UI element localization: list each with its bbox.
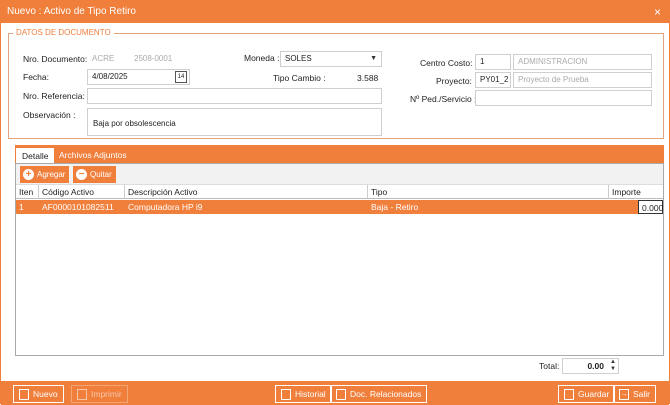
dialog-window: Nuevo : Activo de Tipo Retiro × DATOS DE… — [0, 0, 670, 405]
detail-grid-panel: + Agregar − Quitar Iten Código Activo De… — [15, 163, 664, 356]
pedido-servicio-input[interactable] — [475, 90, 652, 106]
plus-icon: + — [23, 169, 34, 180]
observacion-textarea[interactable]: Baja por obsolescencia — [87, 108, 382, 136]
tab-detalle[interactable]: Detalle — [15, 147, 56, 163]
column-header-codigo[interactable]: Código Activo — [39, 185, 125, 199]
close-icon[interactable]: × — [654, 1, 661, 23]
guardar-button[interactable]: Guardar — [558, 385, 616, 403]
window-title: Nuevo : Activo de Tipo Retiro — [7, 6, 136, 17]
fecha-label: Fecha: — [23, 72, 49, 82]
agregar-label: Agregar — [37, 170, 66, 179]
nro-referencia-label: Nro. Referencia: — [23, 91, 85, 101]
document-icon — [19, 388, 29, 400]
imprimir-label: Imprimir — [91, 389, 122, 399]
historial-label: Historial — [295, 389, 326, 399]
salir-button[interactable]: → Salir — [613, 385, 657, 403]
tipo-cambio-label: Tipo Cambio : — [273, 73, 326, 83]
minus-icon: − — [76, 169, 87, 180]
doc-relacionados-label: Doc. Relacionados — [350, 389, 422, 399]
document-prefix-field: ACRE — [87, 51, 127, 67]
table-row[interactable]: 1 AF0000101082511 Computadora HP i9 Baja… — [16, 200, 663, 214]
guardar-label: Guardar — [578, 389, 610, 399]
save-icon — [564, 388, 574, 400]
cell-tipo: Baja - Retiro — [371, 202, 419, 212]
grid-header: Iten Código Activo Descripción Activo Ti… — [16, 185, 663, 199]
total-label: Total: — [539, 361, 560, 371]
moneda-select[interactable]: SOLES ▼ — [280, 51, 382, 67]
total-value: 0.00 — [587, 361, 604, 371]
section-legend: DATOS DE DOCUMENTO — [13, 28, 114, 37]
imprimir-button[interactable]: Imprimir — [71, 385, 128, 403]
spinner-icon[interactable]: ▲ ▼ — [610, 359, 616, 373]
centro-costo-name-field: ADMINISTRACION — [513, 54, 652, 70]
document-number-field: 2508-0001 — [129, 51, 189, 67]
fecha-input[interactable]: 4/08/2025 14 — [87, 69, 190, 85]
nro-documento-label: Nro. Documento: — [23, 54, 88, 64]
quitar-button[interactable]: − Quitar — [73, 166, 116, 183]
observacion-label: Observación : — [23, 110, 76, 120]
proyecto-code-input[interactable]: PY01_2 — [475, 72, 511, 88]
centro-costo-code-input[interactable]: 1 — [475, 54, 511, 70]
fecha-value: 4/08/2025 — [92, 72, 128, 81]
column-header-importe[interactable]: Importe — [609, 185, 663, 199]
agregar-button[interactable]: + Agregar — [20, 166, 70, 183]
salir-label: Salir — [633, 389, 651, 399]
printer-icon — [77, 388, 87, 400]
proyecto-name-field: Proyecto de Prueba — [513, 72, 652, 88]
column-header-tipo[interactable]: Tipo — [368, 185, 609, 199]
tipo-cambio-value: 3.588 — [357, 73, 379, 83]
bottom-action-bar: Nuevo Imprimir Historial Doc. Relacionad… — [1, 381, 669, 405]
centro-costo-label: Centro Costo: — [420, 58, 473, 68]
cell-item: 1 — [19, 202, 24, 212]
cell-descripcion: Computadora HP i9 — [128, 202, 203, 212]
column-header-item[interactable]: Iten — [16, 185, 39, 199]
column-header-descripcion[interactable]: Descripción Activo — [125, 185, 368, 199]
calendar-icon[interactable]: 14 — [175, 71, 187, 83]
historial-button[interactable]: Historial — [275, 385, 332, 403]
exit-icon: → — [619, 388, 629, 400]
nro-referencia-input[interactable] — [87, 88, 382, 104]
proyecto-label: Proyecto: — [436, 76, 472, 86]
moneda-label: Moneda : — [244, 53, 280, 63]
quitar-label: Quitar — [90, 170, 112, 179]
chevron-down-icon[interactable]: ▼ — [370, 52, 377, 66]
moneda-value: SOLES — [285, 54, 312, 63]
doc-relacionados-button[interactable]: Doc. Relacionados — [330, 385, 428, 403]
title-bar: Nuevo : Activo de Tipo Retiro × — [1, 1, 669, 23]
pedido-servicio-label: Nº Ped./Servicio : — [410, 94, 477, 104]
tab-strip: Detalle Archivos Adjuntos — [15, 145, 664, 163]
nuevo-button[interactable]: Nuevo — [13, 385, 64, 403]
tab-archivos-adjuntos[interactable]: Archivos Adjuntos — [53, 147, 133, 163]
linked-documents-icon — [336, 388, 346, 400]
cell-importe-input[interactable]: 0.000 — [638, 200, 663, 214]
history-icon — [281, 388, 291, 400]
cell-codigo: AF0000101082511 — [42, 202, 114, 212]
nuevo-label: Nuevo — [33, 389, 58, 399]
grid-toolbar: + Agregar − Quitar — [16, 164, 663, 185]
total-field: 0.00 ▲ ▼ — [562, 358, 619, 374]
